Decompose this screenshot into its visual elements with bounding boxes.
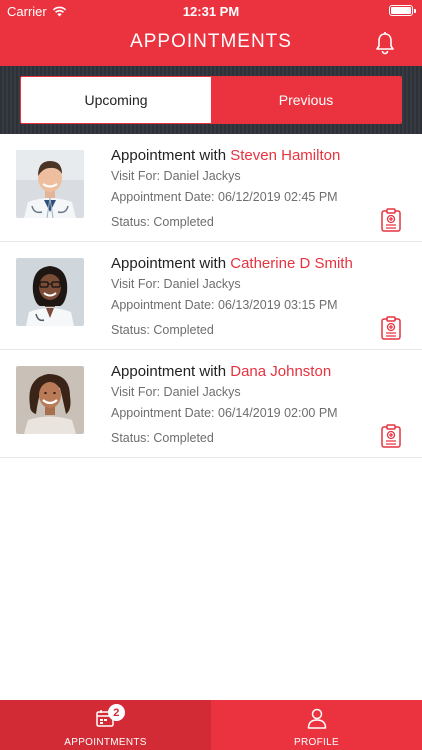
doctor-name: Catherine D Smith <box>230 255 353 272</box>
medical-report-icon[interactable] <box>380 424 402 448</box>
notification-badge: 2 <box>108 704 125 721</box>
appointment-date-row: Appointment Date: 06/12/2019 02:45 PM <box>111 187 340 208</box>
bottom-tab-bar: 2 APPOINTMENTS PROFILE <box>0 700 422 750</box>
appointment-date-row: Appointment Date: 06/13/2019 03:15 PM <box>111 295 353 316</box>
date-label: Appointment Date: <box>111 190 215 204</box>
appointment-title: Appointment with Steven Hamilton <box>111 146 340 166</box>
appointment-status: Status: Completed <box>111 431 214 445</box>
appointment-list: Appointment with Steven Hamilton Visit F… <box>0 134 422 458</box>
appointment-card[interactable]: Appointment with Dana Johnston Visit For… <box>0 350 422 458</box>
app-header: Carrier 12:31 PM APPOINTMENTS <box>0 0 422 66</box>
battery-icon <box>389 5 416 16</box>
appointment-info: Appointment with Catherine D Smith Visit… <box>111 254 353 341</box>
appointment-status: Status: Completed <box>111 323 214 337</box>
doctor-name: Dana Johnston <box>230 363 332 380</box>
doctor-name: Steven Hamilton <box>230 147 341 164</box>
appointment-card[interactable]: Appointment with Steven Hamilton Visit F… <box>0 134 422 242</box>
appointment-card[interactable]: Appointment with Catherine D Smith Visit… <box>0 242 422 350</box>
appointments-segmented-control: Upcoming Previous <box>20 76 402 124</box>
visit-for: Visit For: Daniel Jackys <box>111 277 241 291</box>
doctor-avatar <box>16 258 84 326</box>
status-bar: Carrier 12:31 PM <box>0 0 422 22</box>
appointment-info: Appointment with Dana Johnston Visit For… <box>111 362 338 449</box>
appointment-date: 06/12/2019 <box>218 190 281 204</box>
appointment-time: 02:00 PM <box>284 406 338 420</box>
doctor-avatar <box>16 150 84 218</box>
appointment-prefix: Appointment with <box>111 363 227 380</box>
profile-icon <box>307 708 326 729</box>
visit-for: Visit For: Daniel Jackys <box>111 385 241 399</box>
page-title: APPOINTMENTS <box>130 31 292 52</box>
appointment-info: Appointment with Steven Hamilton Visit F… <box>111 146 340 233</box>
appointment-time: 03:15 PM <box>284 298 338 312</box>
appointment-status: Status: Completed <box>111 215 214 229</box>
appointment-date: 06/14/2019 <box>218 406 281 420</box>
appointment-date: 06/13/2019 <box>218 298 281 312</box>
doctor-avatar <box>16 366 84 434</box>
tab-profile-label: PROFILE <box>294 737 339 748</box>
date-label: Appointment Date: <box>111 298 215 312</box>
previous-tab[interactable]: Previous <box>211 77 401 123</box>
visit-for: Visit For: Daniel Jackys <box>111 169 241 183</box>
appointment-prefix: Appointment with <box>111 255 227 272</box>
bell-icon[interactable] <box>374 31 396 55</box>
segment-band: Upcoming Previous <box>0 66 422 134</box>
medical-report-icon[interactable] <box>380 316 402 340</box>
date-label: Appointment Date: <box>111 406 215 420</box>
appointment-date-row: Appointment Date: 06/14/2019 02:00 PM <box>111 403 338 424</box>
appointment-time: 02:45 PM <box>284 190 338 204</box>
appointment-title: Appointment with Catherine D Smith <box>111 254 353 274</box>
clock: 12:31 PM <box>182 4 240 19</box>
tab-profile[interactable]: PROFILE <box>211 700 422 750</box>
appointment-title: Appointment with Dana Johnston <box>111 362 338 382</box>
tab-appointments-label: APPOINTMENTS <box>64 737 147 748</box>
appointment-prefix: Appointment with <box>111 147 227 164</box>
medical-report-icon[interactable] <box>380 208 402 232</box>
tab-appointments[interactable]: 2 APPOINTMENTS <box>0 700 211 750</box>
upcoming-tab[interactable]: Upcoming <box>21 77 211 123</box>
